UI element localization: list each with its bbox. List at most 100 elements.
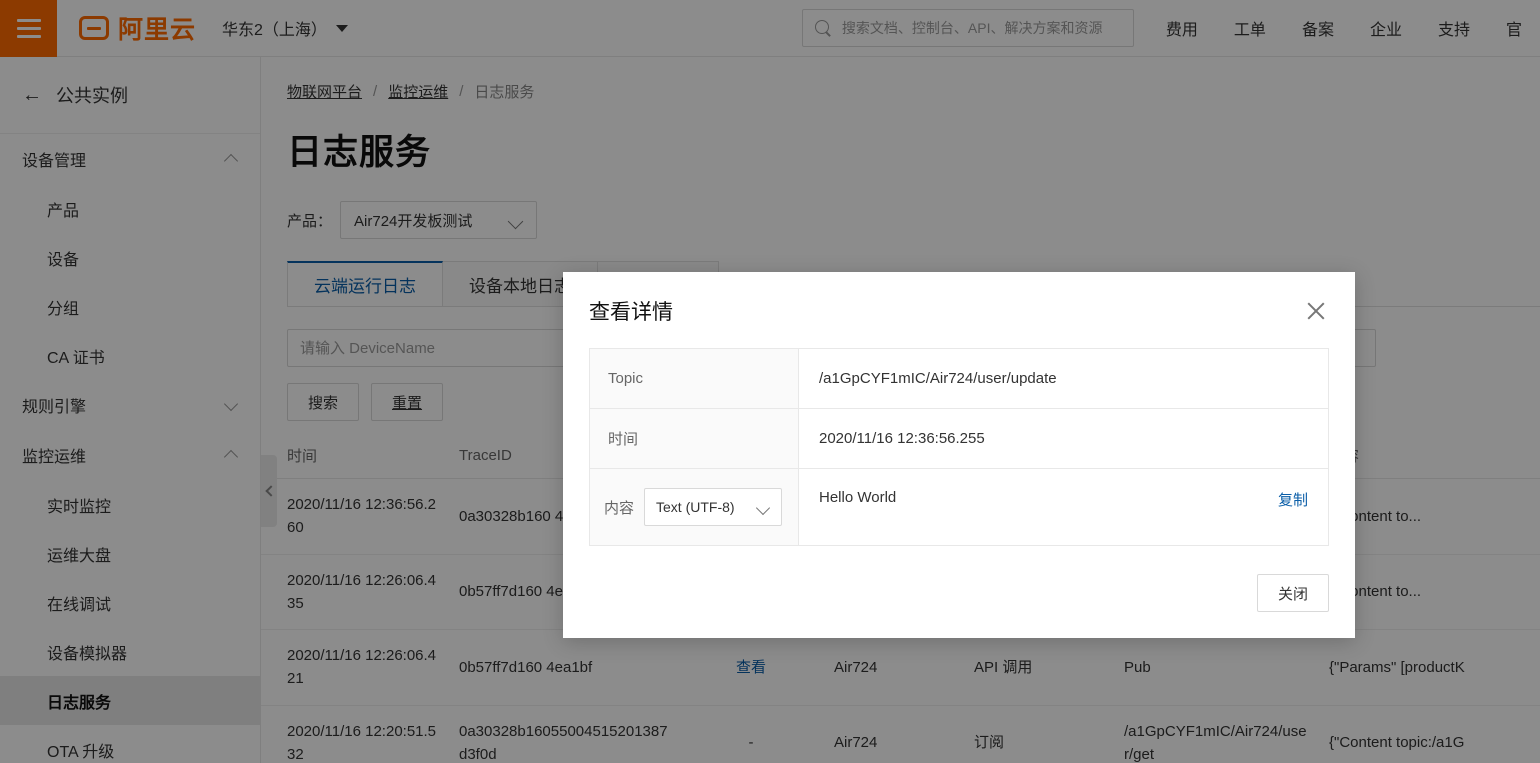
topnav-item-enterprise[interactable]: 企业 — [1352, 16, 1420, 40]
breadcrumb-separator: / — [373, 83, 378, 100]
copy-link[interactable]: 复制 — [1278, 489, 1308, 510]
search-icon — [814, 19, 832, 37]
sidebar-group-label: 监控运维 — [22, 449, 87, 466]
sidebar-item-log-service[interactable]: 日志服务 — [0, 676, 260, 725]
cell-devicename: Air724 — [826, 705, 966, 763]
sidebar-item-online-debug[interactable]: 在线调试 — [0, 578, 260, 627]
sidebar-group-monitoring[interactable]: 监控运维 — [0, 430, 260, 480]
modal-title: 查看详情 — [589, 301, 673, 324]
sidebar-back-instance[interactable]: ← 公共实例 — [0, 57, 260, 134]
cell-view: - — [676, 705, 826, 763]
tab-cloud-runtime-log[interactable]: 云端运行日志 — [287, 261, 443, 306]
chevron-down-icon — [757, 503, 770, 512]
cell-traceid: 0b57ff7d160 4ea1bf — [451, 629, 676, 706]
sidebar-item-devices[interactable]: 设备 — [0, 233, 260, 282]
top-nav: 费用 工单 备案 企业 支持 官 — [1148, 16, 1540, 40]
page-title: 日志服务 — [287, 133, 432, 172]
brand-logo[interactable]: 阿里云 — [79, 10, 196, 46]
detail-label-time: 时间 — [590, 409, 799, 468]
detail-value-time: 2020/11/16 12:36:56.255 — [819, 430, 985, 447]
cell-traceid: 0a30328b16055004515201387d3f0d — [451, 705, 676, 763]
th-time: 时间 — [261, 435, 451, 479]
region-selector[interactable]: 华东2（上海） — [222, 16, 348, 40]
chevron-left-icon — [264, 485, 277, 497]
detail-label-content: 内容 Text (UTF-8) — [590, 469, 799, 545]
sidebar-item-ops-dashboard[interactable]: 运维大盘 — [0, 529, 260, 578]
detail-table: Topic /a1GpCYF1mIC/Air724/user/update 时间… — [589, 348, 1329, 546]
reset-button[interactable]: 重置 — [371, 383, 444, 421]
breadcrumb-item-log-service: 日志服务 — [474, 84, 535, 101]
cell-content: {"Params" [productK — [1321, 629, 1540, 706]
sidebar-item-realtime-monitor[interactable]: 实时监控 — [0, 480, 260, 529]
product-label: 产品： — [287, 212, 333, 230]
topnav-item-icp[interactable]: 备案 — [1284, 16, 1352, 40]
chevron-down-icon — [335, 24, 348, 32]
sidebar-group-label: 规则引擎 — [22, 399, 87, 416]
encoding-select-value: Text (UTF-8) — [656, 499, 735, 515]
cell-business-type: 订阅 — [966, 705, 1116, 763]
sidebar-item-ota-upgrade[interactable]: OTA 升级 — [0, 725, 260, 763]
modal-header: 查看详情 — [563, 272, 1355, 344]
breadcrumb-separator: / — [459, 83, 464, 100]
search-input[interactable] — [841, 20, 1121, 36]
encoding-select[interactable]: Text (UTF-8) — [644, 488, 783, 526]
global-search[interactable] — [801, 9, 1134, 47]
chevron-down-icon — [225, 399, 238, 412]
topnav-item-fees[interactable]: 费用 — [1148, 16, 1216, 40]
search-button[interactable]: 搜索 — [287, 383, 360, 421]
chevron-down-icon — [509, 216, 523, 225]
table-row[interactable]: 2020/11/16 12:26:06.421 0b57ff7d160 4ea1… — [261, 629, 1540, 706]
cell-business-type: API 调用 — [966, 629, 1116, 706]
chevron-up-icon — [225, 449, 238, 462]
sidebar-group-rule-engine[interactable]: 规则引擎 — [0, 380, 260, 430]
content-text: Hello World — [819, 489, 897, 506]
cell-topic: Pub — [1116, 629, 1321, 706]
cell-time: 2020/11/16 12:26:06.421 — [261, 629, 451, 706]
detail-row-topic: Topic /a1GpCYF1mIC/Air724/user/update — [590, 349, 1328, 409]
chevron-up-icon — [225, 153, 238, 166]
product-filter-row: 产品： Air724开发板测试 — [261, 175, 1540, 239]
close-icon[interactable] — [1303, 298, 1329, 324]
modal-footer: 关闭 — [563, 546, 1355, 638]
sidebar-item-groups[interactable]: 分组 — [0, 282, 260, 331]
detail-value-content: Hello World 复制 — [799, 469, 1328, 545]
brand-label: 阿里云 — [118, 16, 197, 44]
cell-content: {"Content topic:/a1G — [1321, 705, 1540, 763]
sidebar-back-label: 公共实例 — [56, 86, 128, 106]
cell-time: 2020/11/16 12:26:06.435 — [261, 554, 451, 630]
region-label: 华东2（上海） — [222, 22, 327, 39]
cell-time: 2020/11/16 12:20:51.532 — [261, 705, 451, 763]
topnav-item-tickets[interactable]: 工单 — [1216, 16, 1284, 40]
product-select-value: Air724开发板测试 — [354, 212, 473, 230]
breadcrumb-item-iot-platform[interactable]: 物联网平台 — [287, 81, 362, 102]
alibaba-cloud-icon — [79, 16, 109, 40]
sidebar-group-label: 设备管理 — [22, 153, 87, 170]
arrow-left-icon: ← — [22, 84, 42, 106]
detail-modal: 查看详情 Topic /a1GpCYF1mIC/Air724/user/upda… — [563, 272, 1355, 638]
detail-row-content: 内容 Text (UTF-8) Hello World 复制 — [590, 469, 1328, 546]
cell-topic: /a1GpCYF1mIC/Air724/user/get — [1116, 705, 1321, 763]
sidebar-group-device-management[interactable]: 设备管理 — [0, 134, 260, 184]
modal-close-button[interactable]: 关闭 — [1256, 574, 1329, 612]
reset-button-label: 重置 — [392, 394, 423, 412]
sidebar-item-ca-certificate[interactable]: CA 证书 — [0, 331, 260, 380]
sidebar-item-device-simulator[interactable]: 设备模拟器 — [0, 627, 260, 676]
view-link[interactable]: 查看 — [736, 659, 766, 676]
cell-devicename: Air724 — [826, 629, 966, 706]
detail-label-content-text: 内容 — [604, 499, 635, 517]
breadcrumb: 物联网平台 / 监控运维 / 日志服务 — [261, 57, 1540, 102]
product-select[interactable]: Air724开发板测试 — [340, 201, 538, 239]
top-bar: 阿里云 华东2（上海） 费用 工单 备案 企业 支持 官 — [0, 0, 1540, 57]
breadcrumb-item-monitoring[interactable]: 监控运维 — [388, 81, 448, 102]
sidebar-item-products[interactable]: 产品 — [0, 184, 260, 233]
detail-value-topic: /a1GpCYF1mIC/Air724/user/update — [819, 370, 1057, 387]
sidebar: ← 公共实例 设备管理 产品 设备 分组 CA 证书 规则引擎 监控运维 实时监… — [0, 57, 261, 763]
topnav-item-official[interactable]: 官 — [1488, 16, 1540, 40]
hamburger-icon[interactable] — [0, 0, 57, 57]
detail-label-topic: Topic — [590, 349, 799, 408]
app-root: 阿里云 华东2（上海） 费用 工单 备案 企业 支持 官 — [0, 0, 1540, 763]
cell-time: 2020/11/16 12:36:56.260 — [261, 478, 451, 555]
sidebar-collapse-handle[interactable] — [261, 455, 277, 527]
table-row[interactable]: 2020/11/16 12:20:51.532 0a30328b16055004… — [261, 705, 1540, 763]
topnav-item-support[interactable]: 支持 — [1420, 16, 1488, 40]
